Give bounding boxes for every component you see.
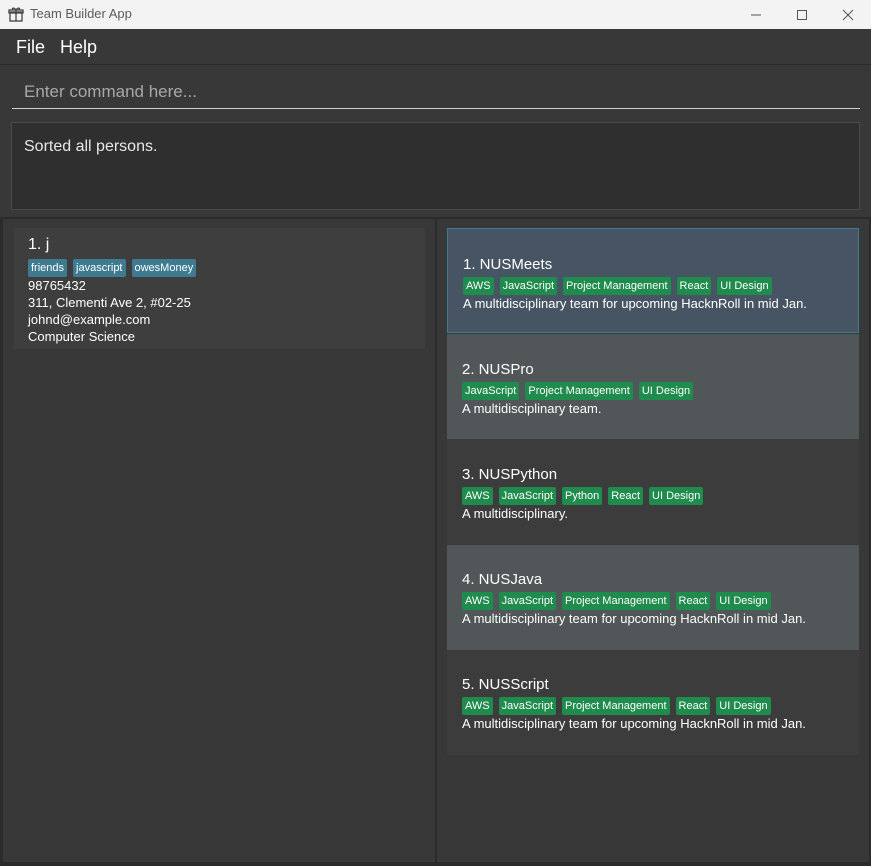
gift-icon (8, 7, 24, 22)
menu-bar: File Help (0, 29, 871, 65)
person-email: johnd@example.com (28, 312, 151, 327)
team-tag: JavaScript (498, 487, 557, 505)
window-title: Team Builder App (30, 6, 132, 21)
maximize-icon (797, 9, 807, 20)
team-name: 4. NUSJava (462, 571, 543, 588)
team-card[interactable]: 1. NUSMeets AWS JavaScript Project Manag… (447, 228, 859, 333)
team-description: A multidisciplinary team for upcoming Ha… (462, 716, 806, 731)
team-tag: AWS (462, 487, 493, 505)
team-card[interactable]: 3. NUSPython AWS JavaScript Python React… (447, 439, 859, 544)
team-tag: JavaScript (499, 277, 558, 295)
team-tags: AWS JavaScript Project Management React … (462, 697, 771, 715)
team-tag: UI Design (649, 487, 704, 505)
result-display: Sorted all persons. (11, 122, 860, 210)
team-tag: Project Management (562, 697, 670, 715)
person-tag: friends (28, 259, 68, 277)
team-tag: JavaScript (462, 382, 520, 400)
team-description: A multidisciplinary team for upcoming Ha… (463, 296, 807, 311)
title-bar: Team Builder App (0, 0, 871, 29)
team-card[interactable]: 2. NUSPro JavaScript Project Management … (447, 334, 859, 439)
team-tag: Project Management (562, 592, 670, 610)
person-address: 311, Clementi Ave 2, #02-25 (28, 295, 191, 310)
team-card[interactable]: 5. NUSScript AWS JavaScript Project Mana… (447, 650, 859, 755)
team-tag: UI Design (716, 592, 771, 610)
person-phone: 98765432 (28, 278, 86, 293)
team-name: 5. NUSScript (462, 676, 549, 693)
person-card[interactable]: 1. j friends javascript owesMoney 987654… (14, 228, 425, 349)
team-name: 1. NUSMeets (463, 256, 553, 273)
menu-file[interactable]: File (16, 37, 45, 58)
panels: 1. j friends javascript owesMoney 987654… (0, 217, 871, 866)
team-list-panel[interactable]: 1. NUSMeets AWS JavaScript Project Manag… (437, 219, 869, 862)
person-name: 1. j (28, 236, 50, 253)
person-tag: owesMoney (131, 259, 197, 277)
team-tag: Project Management (563, 277, 671, 295)
team-name: 2. NUSPro (462, 361, 534, 378)
team-tag: React (675, 697, 711, 715)
team-tag: React (608, 487, 644, 505)
team-tag: JavaScript (498, 592, 557, 610)
command-box (0, 65, 871, 117)
close-button[interactable] (825, 0, 871, 29)
team-tag: AWS (462, 592, 493, 610)
team-description: A multidisciplinary. (462, 506, 568, 521)
team-tag: AWS (463, 277, 494, 295)
team-tag: UI Design (716, 697, 771, 715)
close-icon (842, 9, 854, 20)
person-tag: javascript (73, 259, 126, 277)
menu-help[interactable]: Help (60, 37, 97, 58)
maximize-button[interactable] (779, 0, 825, 29)
team-tag: React (676, 277, 712, 295)
team-description: A multidisciplinary team. (462, 401, 602, 416)
person-major: Computer Science (28, 329, 135, 344)
team-tags: AWS JavaScript Python React UI Design (462, 487, 704, 505)
team-tag: Python (562, 487, 603, 505)
result-display-area: Sorted all persons. (0, 117, 871, 217)
team-description: A multidisciplinary team for upcoming Ha… (462, 611, 806, 626)
team-tag: React (675, 592, 711, 610)
team-tags: AWS JavaScript Project Management React … (463, 277, 772, 295)
person-list-panel[interactable]: 1. j friends javascript owesMoney 987654… (3, 219, 435, 862)
person-tags: friends javascript owesMoney (28, 259, 197, 277)
team-tags: AWS JavaScript Project Management React … (462, 592, 771, 610)
team-tag: JavaScript (498, 697, 557, 715)
result-message: Sorted all persons. (24, 138, 158, 155)
team-tag: AWS (462, 697, 493, 715)
minimize-button[interactable] (733, 0, 779, 29)
minimize-icon (751, 14, 761, 15)
team-tag: UI Design (717, 277, 772, 295)
team-tag: UI Design (638, 382, 694, 400)
team-name: 3. NUSPython (462, 466, 558, 483)
team-card[interactable]: 4. NUSJava AWS JavaScript Project Manage… (447, 545, 859, 650)
team-tag: Project Management (525, 382, 633, 400)
team-tags: JavaScript Project Management UI Design (462, 382, 694, 400)
command-input[interactable] (12, 75, 860, 109)
